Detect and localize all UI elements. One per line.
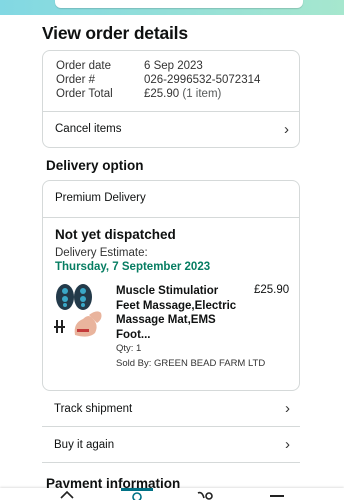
product-thumbnail-icon[interactable]: [53, 283, 108, 341]
order-date-value: 6 Sep 2023: [144, 60, 203, 72]
order-total-row: Order Total £25.90 (1 item): [56, 88, 221, 100]
delivery-option: Premium Delivery: [55, 192, 146, 204]
chevron-right-icon: ›: [284, 120, 289, 138]
app-header: [0, 0, 344, 15]
profile-icon[interactable]: [130, 490, 144, 500]
track-shipment-button[interactable]: Track shipment ›: [42, 391, 300, 427]
delivery-card: Premium Delivery Not yet dispatched Deli…: [42, 180, 300, 391]
order-date-row: Order date 6 Sep 2023: [56, 60, 203, 72]
home-icon[interactable]: [60, 490, 74, 500]
delivery-estimate-label: Delivery Estimate:: [55, 247, 148, 259]
cart-icon[interactable]: [197, 490, 215, 500]
order-number-label: Order #: [56, 74, 95, 86]
chevron-right-icon: ›: [285, 436, 290, 453]
bottom-navigation: [0, 488, 344, 500]
page-title: View order details: [42, 23, 188, 43]
search-bar[interactable]: [55, 0, 303, 8]
order-number-value: 026-2996532-5072314: [144, 74, 261, 86]
buy-it-again-label: Buy it again: [54, 438, 115, 451]
product-seller: Sold By: GREEN BEAD FARM LTD: [116, 358, 266, 369]
product-title-link[interactable]: Muscle Stimulatior Feet Massage,Electric…: [116, 284, 238, 342]
menu-icon[interactable]: [270, 490, 284, 500]
order-item-count: (1 item): [182, 88, 222, 100]
order-number-row: Order # 026-2996532-5072314: [56, 74, 260, 86]
dispatch-status: Not yet dispatched: [55, 227, 176, 242]
chevron-right-icon: ›: [285, 400, 290, 417]
divider: [43, 111, 299, 112]
order-date-label: Order date: [56, 60, 111, 72]
cancel-items-label: Cancel items: [55, 123, 122, 135]
delivery-section-title: Delivery option: [46, 158, 144, 173]
buy-it-again-button[interactable]: Buy it again ›: [42, 427, 300, 463]
product-price: £25.90: [254, 284, 290, 296]
divider: [43, 217, 299, 218]
product-quantity: Qty: 1: [116, 343, 142, 354]
order-total-value: £25.90: [144, 88, 180, 100]
cancel-items-button[interactable]: Cancel items ›: [55, 120, 289, 138]
track-shipment-label: Track shipment: [54, 402, 133, 415]
order-total-label: Order Total: [56, 88, 113, 100]
order-summary-card: Order date 6 Sep 2023 Order # 026-2996532-…: [42, 50, 300, 148]
delivery-estimate-date: Thursday, 7 September 2023: [55, 261, 211, 273]
